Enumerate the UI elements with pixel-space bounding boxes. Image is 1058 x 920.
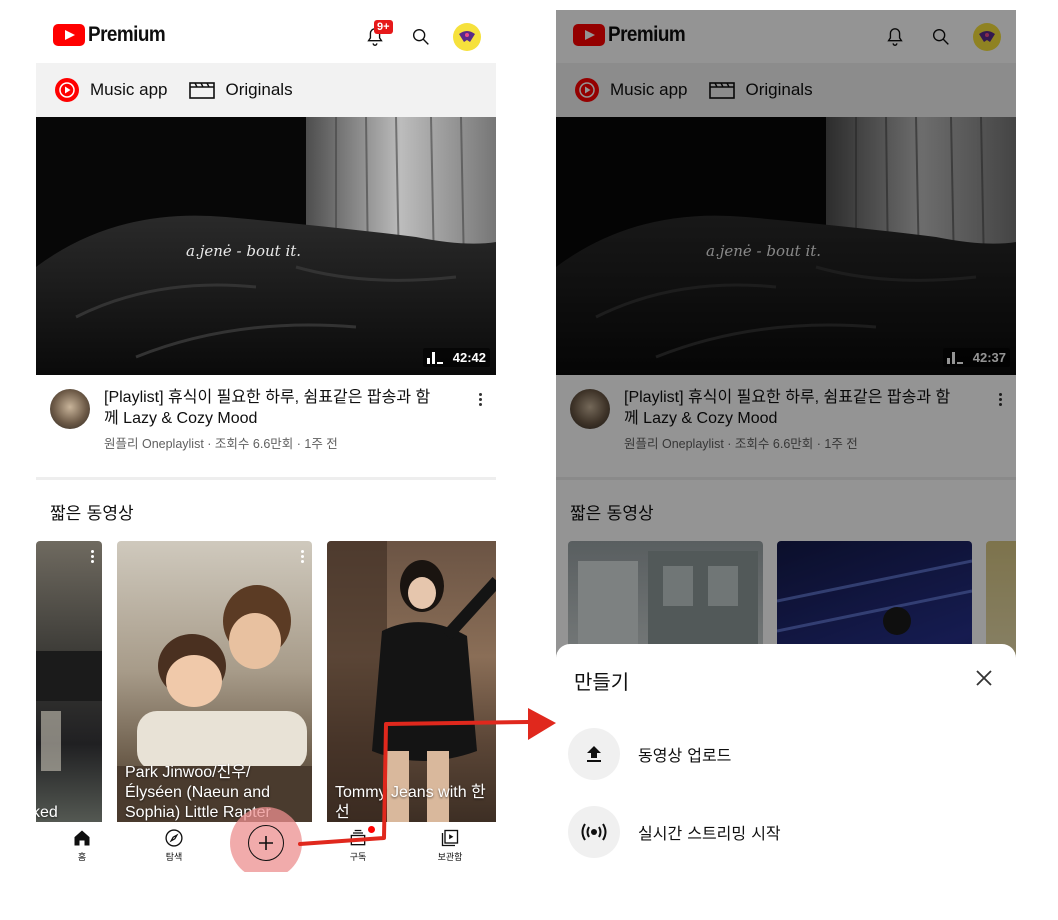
nav-subscriptions[interactable]: 구독 xyxy=(312,822,404,872)
go-live-option[interactable]: 실시간 스트리밍 시작 xyxy=(568,804,1008,860)
notifications-button[interactable]: 9+ xyxy=(360,20,393,52)
create-button[interactable] xyxy=(248,825,284,861)
close-button[interactable] xyxy=(972,666,996,690)
notification-count-badge: 9+ xyxy=(374,20,393,34)
youtube-play-logo-icon xyxy=(53,24,85,46)
search-button[interactable] xyxy=(406,22,436,52)
channel-avatar[interactable] xyxy=(50,389,90,429)
nav-label: 홈 xyxy=(77,853,87,863)
video-title[interactable]: [Playlist] 휴식이 필요한 하루, 쉼표같은 팝송과 함께 Lazy … xyxy=(104,387,444,429)
youtube-home-screen: Premium 9+ Music app Originals a.jenė - … xyxy=(36,10,496,872)
nav-label: 탐색 xyxy=(165,853,183,863)
video-subtitle: 원플리 Oneplaylist · 조회수 6.6만회 · 1주 전 xyxy=(104,437,338,451)
shorts-section-title: 짧은 동영상 xyxy=(50,504,134,524)
short-card[interactable]: ked xyxy=(36,541,102,831)
home-icon xyxy=(74,830,90,846)
chip-music-app[interactable]: Music app xyxy=(54,77,167,103)
thumbnail-overlay-text: a.jenė - bout it. xyxy=(186,242,301,260)
nav-explore[interactable]: 탐색 xyxy=(128,822,220,872)
short-card[interactable]: Tommy Jeans with 한선 xyxy=(327,541,496,831)
nav-label: 보관함 xyxy=(437,853,463,863)
short-more-icon[interactable] xyxy=(298,549,306,565)
avatar xyxy=(453,23,481,51)
shorts-shelf: ked Park Jinwoo/진우/ Élyséen (Naeun and S… xyxy=(36,541,496,831)
clapperboard-icon xyxy=(189,80,216,100)
video-meta: [Playlist] 휴식이 필요한 하루, 쉼표같은 팝송과 함께 Lazy … xyxy=(48,387,488,457)
youtube-premium-logo[interactable]: Premium xyxy=(53,23,174,47)
chip-originals[interactable]: Originals xyxy=(189,80,293,100)
new-content-dot xyxy=(368,826,375,833)
short-card[interactable]: Park Jinwoo/진우/ Élyséen (Naeun and Sophi… xyxy=(117,541,312,831)
divider xyxy=(36,477,496,480)
library-icon xyxy=(441,829,459,847)
search-icon xyxy=(412,28,429,45)
thumbnail-image: a.jenė - bout it. xyxy=(36,117,496,375)
duration-text: 42:42 xyxy=(452,350,486,365)
upload-video-option[interactable]: 동영상 업로드 xyxy=(568,726,1008,782)
nav-library[interactable]: 보관함 xyxy=(404,822,496,872)
duration-badge: 42:42 xyxy=(422,348,490,367)
short-title: Tommy Jeans with 한선 xyxy=(335,784,486,821)
youtube-create-sheet-screen: Premium Music app Originals a.jenė - bou… xyxy=(556,10,1016,872)
logo-text: Premium xyxy=(88,23,166,46)
youtube-music-icon xyxy=(54,77,80,103)
option-label: 실시간 스트리밍 시작 xyxy=(638,824,781,843)
video-thumbnail[interactable]: a.jenė - bout it. 42:42 xyxy=(36,117,496,375)
chip-label: Music app xyxy=(90,80,168,99)
premium-chip-bar: Music app Originals xyxy=(36,63,496,117)
nav-label: 구독 xyxy=(349,853,367,863)
short-title: ked xyxy=(36,804,58,821)
nav-home[interactable]: 홈 xyxy=(36,822,128,872)
subscriptions-icon xyxy=(350,829,366,846)
account-button[interactable] xyxy=(452,22,482,52)
live-stream-icon xyxy=(568,806,620,858)
upload-icon xyxy=(568,728,620,780)
sheet-title: 만들기 xyxy=(574,670,630,694)
create-bottom-sheet: 만들기 동영상 업로드 실시간 스트리밍 시작 xyxy=(556,644,1016,872)
explore-compass-icon xyxy=(165,829,183,847)
close-icon xyxy=(976,670,992,686)
option-label: 동영상 업로드 xyxy=(638,746,732,765)
chip-label: Originals xyxy=(225,80,293,99)
create-plus-icon xyxy=(259,836,273,850)
short-more-icon[interactable] xyxy=(88,549,96,565)
more-options-icon[interactable] xyxy=(472,387,488,411)
audio-bars-icon xyxy=(426,351,445,364)
top-app-bar: Premium 9+ xyxy=(36,10,496,62)
